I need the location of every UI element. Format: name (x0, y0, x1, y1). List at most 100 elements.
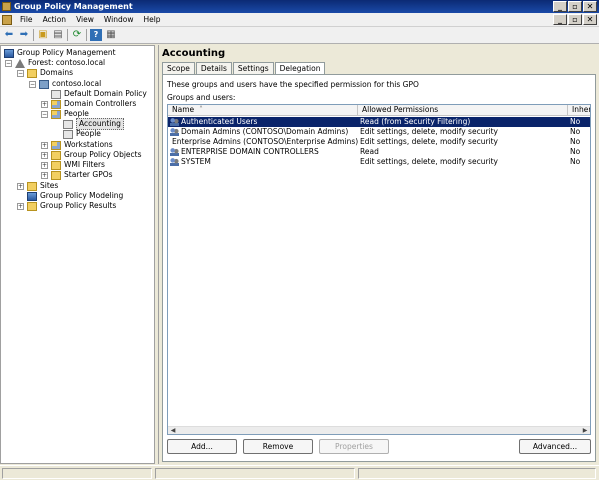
table-row[interactable]: ENTERPRISE DOMAIN CONTROLLERS Read No (168, 147, 590, 157)
gpm-icon (4, 48, 14, 58)
tree-item-accounting[interactable]: Accounting (63, 118, 124, 130)
tree-item-domain-controllers[interactable]: + Domain Controllers (41, 99, 136, 109)
details-pane: Accounting Scope Details Settings Delega… (158, 45, 599, 464)
table-row[interactable]: SYSTEM Edit settings, delete, modify sec… (168, 157, 590, 167)
add-button[interactable]: Add... (167, 439, 237, 454)
collapse-icon[interactable]: − (17, 69, 24, 77)
expand-icon[interactable]: + (17, 182, 24, 190)
expand-icon[interactable]: + (41, 151, 48, 159)
tree-item-sites[interactable]: + Sites (17, 181, 58, 191)
properties-button[interactable]: Properties (319, 439, 389, 454)
scroll-left-icon[interactable]: ◀ (169, 427, 177, 434)
ou-icon (51, 140, 61, 150)
table-row[interactable]: Domain Admins (CONTOSO\Domain Admins) Ed… (168, 127, 590, 137)
tab-strip: Scope Details Settings Delegation (162, 62, 326, 75)
help-icon[interactable]: ? (90, 29, 102, 41)
console-icon[interactable] (2, 14, 12, 25)
gpo-link-icon (63, 119, 73, 129)
column-permissions[interactable]: Allowed Permissions (358, 105, 568, 116)
tree-item-gpo-folder[interactable]: + Group Policy Objects (41, 150, 142, 160)
up-folder-icon[interactable]: ▣ (37, 29, 49, 41)
remove-button[interactable]: Remove (243, 439, 313, 454)
delegation-panel: These groups and users have the specifie… (162, 74, 596, 462)
folder-icon (27, 201, 37, 211)
menu-action[interactable]: Action (38, 15, 72, 24)
tree-item-starter-gpos[interactable]: + Starter GPOs (41, 170, 113, 180)
folder-icon (27, 68, 37, 78)
expand-icon[interactable]: + (41, 171, 48, 179)
collapse-icon[interactable]: − (29, 80, 36, 88)
collapse-icon[interactable]: − (5, 59, 12, 67)
expand-icon[interactable]: + (41, 161, 48, 169)
menu-bar: File Action View Window Help _ ▫ ✕ (0, 13, 599, 27)
tree-item-default-policy[interactable]: Default Domain Policy (51, 89, 147, 99)
tree-item-workstations[interactable]: + Workstations (41, 140, 113, 150)
gpo-link-icon (63, 129, 73, 139)
toolbar: ⬅ ➡ ▣ ▤ ⟳ ? ▦ (0, 27, 599, 44)
status-segment (358, 468, 596, 479)
back-icon[interactable]: ⬅ (3, 29, 15, 41)
tab-settings[interactable]: Settings (232, 62, 274, 74)
groups-label: Groups and users: (167, 93, 236, 102)
forward-icon[interactable]: ➡ (18, 29, 30, 41)
menu-help[interactable]: Help (138, 15, 165, 24)
group-icon (170, 118, 179, 126)
delegation-description: These groups and users have the specifie… (167, 80, 419, 89)
restore-button[interactable]: ▫ (568, 1, 582, 12)
forest-icon (15, 58, 25, 68)
tree-item-root[interactable]: Group Policy Management (4, 48, 116, 58)
tree-item-domain[interactable]: − contoso.local (29, 79, 101, 89)
column-inherited[interactable]: Inherit (568, 105, 590, 116)
expand-icon[interactable]: + (41, 141, 48, 149)
folder-icon (51, 150, 61, 160)
window-titlebar: Group Policy Management _ ▫ ✕ (0, 0, 599, 13)
advanced-button[interactable]: Advanced... (519, 439, 591, 454)
properties-icon[interactable]: ▦ (105, 29, 117, 41)
column-name[interactable]: Name ˄ (168, 105, 358, 116)
group-icon (170, 158, 179, 166)
modeling-icon (27, 191, 37, 201)
page-title: Accounting (162, 48, 226, 59)
gpm-app-icon (2, 2, 11, 11)
folder-icon (51, 170, 61, 180)
tree-item-modeling[interactable]: Group Policy Modeling (27, 191, 123, 201)
toolbar-separator (33, 29, 34, 41)
menu-file[interactable]: File (15, 15, 38, 24)
tree-item-people-gpo[interactable]: People (63, 129, 101, 139)
refresh-icon[interactable]: ⟳ (71, 29, 83, 41)
tab-details[interactable]: Details (195, 62, 232, 74)
window-title: Group Policy Management (14, 2, 133, 11)
permissions-list[interactable]: Name˄ Allowed Permissions Inherit Authen… (167, 104, 591, 435)
table-row[interactable]: Enterprise Admins (CONTOSO\Enterprise Ad… (168, 137, 590, 147)
collapse-icon[interactable]: − (41, 110, 48, 118)
expand-icon[interactable]: + (17, 202, 24, 210)
horizontal-scrollbar[interactable]: ◀ ▶ (168, 426, 590, 434)
scroll-right-icon[interactable]: ▶ (581, 427, 589, 434)
inner-close-button[interactable]: ✕ (583, 14, 597, 25)
ou-icon (51, 99, 61, 109)
tab-scope[interactable]: Scope (162, 62, 195, 74)
menu-window[interactable]: Window (99, 15, 139, 24)
window-controls: _ ▫ ✕ (553, 1, 597, 12)
inner-window-controls: _ ▫ ✕ (553, 14, 597, 25)
inner-minimize-button[interactable]: _ (553, 14, 567, 25)
tree-item-domains[interactable]: − Domains (17, 68, 73, 78)
toolbar-separator (86, 29, 87, 41)
close-button[interactable]: ✕ (583, 1, 597, 12)
ou-icon (51, 109, 61, 119)
show-hide-tree-icon[interactable]: ▤ (52, 29, 64, 41)
tree-item-results[interactable]: + Group Policy Results (17, 201, 116, 211)
expand-icon[interactable]: + (41, 100, 48, 108)
menu-view[interactable]: View (71, 15, 99, 24)
list-header: Name˄ Allowed Permissions Inherit (168, 105, 590, 116)
sort-ascending-icon: ˄ (199, 105, 203, 114)
table-row[interactable]: Authenticated Users Read (from Security … (168, 117, 590, 127)
minimize-button[interactable]: _ (553, 1, 567, 12)
tree-item-wmi-filters[interactable]: + WMI Filters (41, 160, 105, 170)
console-tree[interactable]: Group Policy Management − Forest: contos… (0, 45, 155, 464)
inner-restore-button[interactable]: ▫ (568, 14, 582, 25)
tree-item-forest[interactable]: − Forest: contoso.local (5, 58, 105, 68)
group-icon (170, 128, 179, 136)
group-icon (170, 148, 179, 156)
toolbar-separator (67, 29, 68, 41)
